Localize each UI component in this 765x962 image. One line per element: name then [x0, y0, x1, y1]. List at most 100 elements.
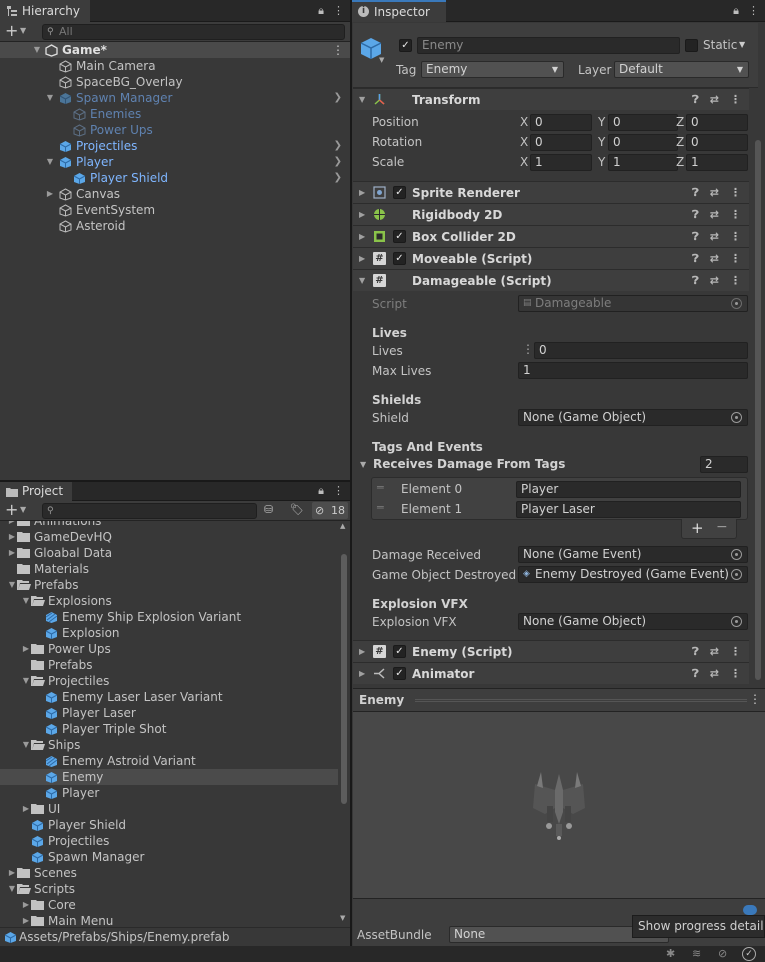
tab-hierarchy[interactable]: Hierarchy: [0, 0, 90, 22]
project-asset-row[interactable]: Player Triple Shot: [0, 721, 338, 737]
layer-dropdown[interactable]: Default ▼: [614, 61, 749, 78]
hierarchy-item[interactable]: Enemies: [0, 106, 350, 122]
active-checkbox[interactable]: ✓: [399, 39, 412, 52]
expand-arrow-icon[interactable]: ▼: [21, 737, 31, 753]
collapse-arrow-icon[interactable]: ▶: [21, 913, 31, 927]
project-asset-row[interactable]: Enemy Ship Explosion Variant: [0, 609, 338, 625]
expand-arrow-icon[interactable]: ▼: [359, 89, 365, 111]
object-picker-icon[interactable]: [731, 549, 742, 560]
reorder-handle-icon[interactable]: ═: [377, 481, 384, 494]
rotation-y-field[interactable]: 0: [608, 134, 678, 151]
kebab-menu-icon[interactable]: ⋮: [730, 248, 741, 270]
project-asset-row[interactable]: Spawn Manager: [0, 849, 338, 865]
help-icon[interactable]: ❓︎: [692, 182, 699, 204]
kebab-menu-icon[interactable]: ⋮: [333, 4, 344, 18]
chevron-right-icon[interactable]: ❯: [334, 154, 342, 170]
collapse-arrow-icon[interactable]: ▶: [7, 521, 17, 529]
explosion-vfx-field[interactable]: None (Game Object): [518, 613, 748, 630]
transform-component-header[interactable]: ▼ Transform ❓︎ ⇄ ⋮: [353, 88, 749, 110]
preset-icon[interactable]: ⇄: [710, 270, 719, 292]
position-y-field[interactable]: 0: [608, 114, 678, 131]
collapse-arrow-icon[interactable]: ▶: [7, 865, 17, 881]
progress-indicator-icon[interactable]: ✓: [742, 947, 756, 961]
project-search-input[interactable]: ⚲: [42, 503, 257, 519]
object-destroyed-field[interactable]: ◈ Enemy Destroyed (Game Event): [518, 566, 748, 583]
collapse-arrow-icon[interactable]: ▶: [359, 204, 365, 226]
box-collider-component-header[interactable]: ▶ ✓ Box Collider 2D ❓︎ ⇄ ⋮: [353, 225, 749, 247]
expand-arrow-icon[interactable]: ▼: [45, 90, 55, 106]
hierarchy-item[interactable]: ▶ Canvas: [0, 186, 350, 202]
project-folder-row[interactable]: ▶ GameDevHQ: [0, 529, 338, 545]
help-icon[interactable]: ❓︎: [692, 248, 699, 270]
expand-arrow-icon[interactable]: ▼: [7, 577, 17, 593]
cache-icon[interactable]: ⊘: [718, 947, 727, 960]
position-z-field[interactable]: 0: [686, 114, 748, 131]
chevron-right-icon[interactable]: ❯: [334, 170, 342, 186]
hierarchy-item[interactable]: ▼ Spawn Manager ❯: [0, 90, 350, 106]
lock-icon[interactable]: 🔒︎: [318, 4, 324, 18]
kebab-menu-icon[interactable]: ⋮: [730, 663, 741, 685]
static-checkbox[interactable]: [685, 39, 698, 52]
project-folder-row[interactable]: ▶ Power Ups: [0, 641, 338, 657]
create-dropdown-icon[interactable]: ▼: [20, 26, 26, 35]
hierarchy-search-input[interactable]: ⚲ All: [42, 24, 345, 40]
scale-y-field[interactable]: 1: [608, 154, 678, 171]
tab-project[interactable]: Project: [0, 482, 72, 501]
project-folder-row[interactable]: Materials: [0, 561, 338, 577]
project-asset-row[interactable]: Projectiles: [0, 833, 338, 849]
kebab-menu-icon[interactable]: ⋮: [730, 270, 741, 292]
enemy-component-header[interactable]: ▶ # ✓ Enemy (Script) ❓︎ ⇄ ⋮: [353, 640, 749, 662]
collapse-arrow-icon[interactable]: ▶: [7, 545, 17, 561]
element-0-field[interactable]: Player: [516, 481, 741, 498]
object-picker-icon[interactable]: [731, 616, 742, 627]
expand-arrow-icon[interactable]: ▼: [359, 270, 365, 292]
static-dropdown-icon[interactable]: ▼: [739, 40, 745, 49]
project-folder-row[interactable]: ▼ Projectiles: [0, 673, 338, 689]
collapse-arrow-icon[interactable]: ▶: [21, 641, 31, 657]
scale-z-field[interactable]: 1: [686, 154, 748, 171]
search-by-type-icon[interactable]: ⛁: [264, 503, 278, 517]
enabled-checkbox[interactable]: ✓: [393, 230, 406, 243]
project-scrollbar[interactable]: [341, 554, 347, 804]
drag-handle-icon[interactable]: ⋮: [522, 342, 534, 356]
debug-icon[interactable]: ✱: [666, 947, 675, 960]
hierarchy-item[interactable]: Asteroid: [0, 218, 350, 234]
preset-icon[interactable]: ⇄: [710, 182, 719, 204]
project-asset-row[interactable]: Explosion: [0, 625, 338, 641]
hierarchy-item[interactable]: Player Shield ❯: [0, 170, 350, 186]
scroll-up-arrow-icon[interactable]: ▲: [340, 522, 345, 530]
remove-element-button[interactable]: −: [716, 519, 728, 535]
expand-arrow-icon[interactable]: ▼: [32, 42, 42, 58]
collapse-arrow-icon[interactable]: ▶: [359, 663, 365, 685]
project-folder-row[interactable]: ▶ UI: [0, 801, 338, 817]
project-folder-row[interactable]: ▶ Gloabal Data: [0, 545, 338, 561]
enabled-checkbox[interactable]: ✓: [393, 645, 406, 658]
hierarchy-item[interactable]: ▼ Player ❯: [0, 154, 350, 170]
preview-resize-handle[interactable]: [415, 699, 747, 702]
collapse-arrow-icon[interactable]: ▶: [359, 248, 365, 270]
create-plus-icon[interactable]: +: [5, 22, 18, 40]
tag-dropdown[interactable]: Enemy ▼: [421, 61, 564, 78]
create-plus-icon[interactable]: +: [5, 501, 18, 519]
hierarchy-item[interactable]: SpaceBG_Overlay: [0, 74, 350, 90]
project-asset-row[interactable]: Enemy Laser Laser Variant: [0, 689, 338, 705]
project-folder-row[interactable]: ▶ Animations: [0, 521, 338, 529]
kebab-menu-icon[interactable]: ⋮: [748, 4, 759, 18]
hierarchy-item[interactable]: Power Ups: [0, 122, 350, 138]
tab-inspector[interactable]: i Inspector: [352, 0, 446, 22]
animator-component-header[interactable]: ▶ ✓ Animator ❓︎ ⇄ ⋮: [353, 662, 749, 684]
lock-icon[interactable]: 🔒︎: [733, 4, 739, 18]
project-asset-row[interactable]: Player: [0, 785, 338, 801]
help-icon[interactable]: ❓︎: [692, 663, 699, 685]
expand-arrow-icon[interactable]: ▼: [21, 593, 31, 609]
collapse-arrow-icon[interactable]: ▶: [21, 897, 31, 913]
project-folder-row[interactable]: ▼ Explosions: [0, 593, 338, 609]
preset-icon[interactable]: ⇄: [710, 248, 719, 270]
search-by-label-icon[interactable]: 🏷︎: [290, 503, 304, 516]
preset-icon[interactable]: ⇄: [710, 663, 719, 685]
damageable-component-header[interactable]: ▼ # Damageable (Script) ❓︎ ⇄ ⋮: [353, 269, 749, 291]
enabled-checkbox[interactable]: ✓: [393, 186, 406, 199]
preset-icon[interactable]: ⇄: [710, 204, 719, 226]
project-asset-row[interactable]: Enemy: [0, 769, 338, 785]
collapse-arrow-icon[interactable]: ▶: [7, 529, 17, 545]
